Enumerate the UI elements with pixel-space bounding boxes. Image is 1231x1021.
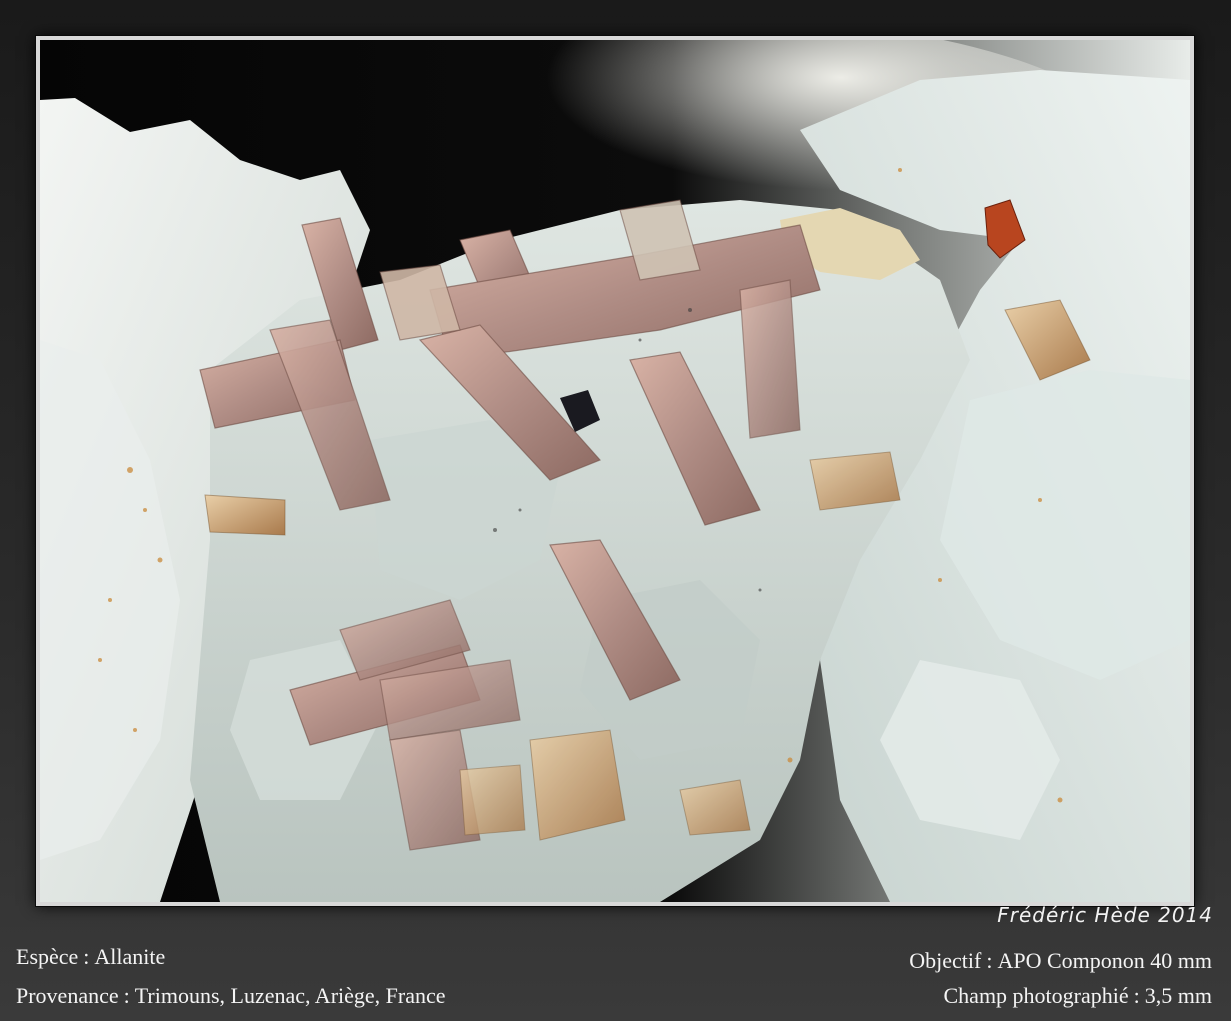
photographer-signature: Frédéric Hède 2014 [997, 903, 1213, 927]
mineral-photo-drawing [40, 40, 1190, 902]
field-caption: Champ photographié:3,5 mm [944, 983, 1213, 1009]
objective-separator: : [986, 948, 993, 973]
field-label: Champ photographié [943, 983, 1129, 1008]
species-value: Allanite [94, 944, 166, 969]
provenance-value: Trimouns, Luzenac, Ariège, France [134, 983, 446, 1008]
objective-caption: Objectif: APO Componon 40 mm [909, 948, 1212, 974]
photo-frame: Frédéric Hède 2014 Espèce: Allanite Prove… [0, 0, 1231, 1021]
species-caption: Espèce: Allanite [16, 944, 165, 970]
provenance-label: Provenance [16, 983, 119, 1008]
species-label: Espèce [16, 944, 79, 969]
provenance-separator: : [123, 983, 130, 1008]
mineral-photo [40, 40, 1190, 902]
objective-label: Objectif [909, 948, 982, 973]
field-separator: : [1133, 983, 1140, 1008]
species-separator: : [83, 944, 90, 969]
field-value: 3,5 mm [1144, 983, 1212, 1008]
objective-value: APO Componon 40 mm [997, 948, 1212, 973]
provenance-caption: Provenance: Trimouns, Luzenac, Ariège, Fr… [16, 983, 446, 1009]
